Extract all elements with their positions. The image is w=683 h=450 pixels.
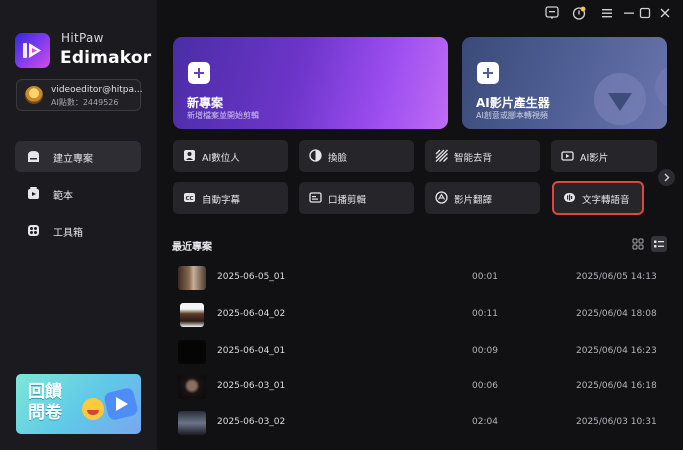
project-date: 2025/06/04 16:23: [576, 346, 657, 356]
nav-label-create-project: 建立專案: [53, 154, 93, 165]
list-view-icon: [654, 240, 664, 248]
project-thumbnail: [178, 375, 206, 399]
chevron-right-icon: [664, 173, 670, 182]
grid-view-icon[interactable]: [632, 238, 644, 250]
nav-label-toolbox: 工具箱: [53, 228, 83, 239]
close-icon[interactable]: [658, 6, 672, 20]
recent-projects-title: 最近專案: [172, 242, 212, 253]
tool-label: 口播剪輯: [328, 195, 367, 206]
project-date: 2025/06/04 18:08: [576, 309, 657, 319]
tools-scroll-right-button[interactable]: [658, 169, 675, 186]
project-name: 2025-06-04_01: [217, 346, 286, 356]
feedback-icon[interactable]: [545, 6, 559, 20]
new-project-card[interactable]: 新專案 新增檔案並開始剪輯: [173, 37, 448, 129]
project-date: 2025/06/05 14:13: [576, 272, 657, 282]
notification-icon[interactable]: [572, 6, 586, 20]
tool-auto-subtitle[interactable]: CC 自動字幕: [173, 182, 288, 214]
nav-create-project[interactable]: 建立專案: [15, 141, 141, 172]
tool-face-swap[interactable]: 換臉: [299, 140, 414, 172]
plus-icon: [477, 62, 499, 84]
tool-label: 自動字幕: [202, 195, 241, 206]
tool-ai-digital-human[interactable]: AI數位人: [173, 140, 288, 172]
face-swap-icon: [309, 149, 322, 162]
toolbox-icon: [28, 225, 39, 236]
project-date: 2025/06/03 10:31: [576, 417, 657, 427]
tool-label: 文字轉語音: [582, 195, 630, 206]
table-row[interactable]: 2025-06-03_01 00:06 2025/06/04 16:18: [172, 375, 672, 403]
new-project-title: 新專案: [187, 96, 224, 110]
ai-video-title: AI影片產生器: [476, 96, 550, 110]
nav-label-templates: 範本: [53, 191, 73, 202]
auto-subtitle-icon: CC: [184, 193, 195, 202]
talking-edit-icon: [309, 192, 322, 203]
menu-icon[interactable]: [600, 6, 614, 20]
table-row[interactable]: 2025-06-05_01 00:01 2025/06/05 14:13: [172, 266, 672, 294]
project-thumbnail: [180, 303, 204, 327]
remove-bg-icon: [435, 149, 448, 162]
table-row[interactable]: 2025-06-04_02 00:11 2025/06/04 18:08: [172, 303, 672, 331]
edimakor-logo-icon: [15, 33, 50, 68]
project-duration: 02:04: [472, 417, 498, 427]
text-to-speech-icon: [564, 193, 575, 202]
account-card[interactable]: videoeditor@hitpa... AI點數：2449526: [16, 79, 143, 111]
tool-talking-edit[interactable]: 口播剪輯: [299, 182, 414, 214]
tool-label: 換臉: [328, 153, 348, 164]
tool-label: AI影片: [580, 153, 609, 164]
plus-icon: [188, 62, 210, 84]
video-translate-icon: [435, 191, 448, 204]
ai-video-icon: [561, 151, 574, 161]
tool-remove-background[interactable]: 智能去背: [425, 140, 540, 172]
svg-text:CC: CC: [185, 196, 193, 202]
project-thumbnail: [178, 411, 206, 435]
project-name: 2025-06-04_02: [217, 309, 286, 319]
project-name: 2025-06-05_01: [217, 272, 286, 282]
new-project-subtitle: 新增檔案並開始剪輯: [187, 111, 259, 120]
maximize-icon[interactable]: [638, 6, 652, 20]
brand-hitpaw: HitPaw: [61, 31, 104, 45]
project-date: 2025/06/04 16:18: [576, 381, 657, 391]
nav-toolbox[interactable]: 工具箱: [15, 215, 141, 246]
sidebar: HitPaw Edimakor videoeditor@hitpa... AI點…: [0, 0, 157, 450]
tool-label: AI數位人: [202, 153, 240, 164]
minimize-icon[interactable]: [622, 6, 636, 20]
avatar: [25, 86, 43, 104]
survey-text: 回饋問卷: [28, 382, 62, 423]
nav-templates[interactable]: 範本: [15, 178, 141, 209]
tool-ai-video[interactable]: AI影片: [551, 140, 657, 172]
ai-points: AI點數：2449526: [51, 98, 119, 107]
smile-emoji-icon: [82, 398, 104, 420]
project-thumbnail: [178, 340, 206, 364]
edimakor-app: HitPaw Edimakor videoeditor@hitpa... AI點…: [0, 0, 683, 450]
table-row[interactable]: 2025-06-03_02 02:04 2025/06/03 10:31: [172, 411, 672, 439]
list-view-button[interactable]: [651, 236, 667, 252]
tool-video-translate[interactable]: 影片翻譯: [425, 182, 540, 214]
create-project-icon: [28, 151, 39, 162]
project-duration: 00:01: [472, 272, 498, 282]
table-row[interactable]: 2025-06-04_01 00:09 2025/06/04 16:23: [172, 340, 672, 368]
ai-video-generator-card[interactable]: AI影片產生器 AI創意或腳本轉視頻: [462, 37, 667, 129]
tool-label: 影片翻譯: [454, 195, 493, 206]
ai-video-deco-icon: [594, 67, 667, 125]
project-duration: 00:11: [472, 309, 498, 319]
project-name: 2025-06-03_02: [217, 417, 286, 427]
digital-human-icon: [184, 150, 195, 161]
project-thumbnail: [178, 266, 206, 290]
project-duration: 00:09: [472, 346, 498, 356]
template-icon: [28, 187, 39, 199]
ai-video-subtitle: AI創意或腳本轉視頻: [476, 111, 548, 120]
project-duration: 00:06: [472, 381, 498, 391]
tool-text-to-speech[interactable]: 文字轉語音: [552, 181, 644, 215]
brand-edimakor: Edimakor: [60, 48, 152, 68]
play-badge-icon: [104, 388, 138, 420]
project-name: 2025-06-03_01: [217, 381, 286, 391]
feedback-survey-banner[interactable]: 回饋問卷: [16, 374, 141, 434]
account-email: videoeditor@hitpa...: [51, 85, 143, 95]
tool-label: 智能去背: [454, 153, 493, 164]
